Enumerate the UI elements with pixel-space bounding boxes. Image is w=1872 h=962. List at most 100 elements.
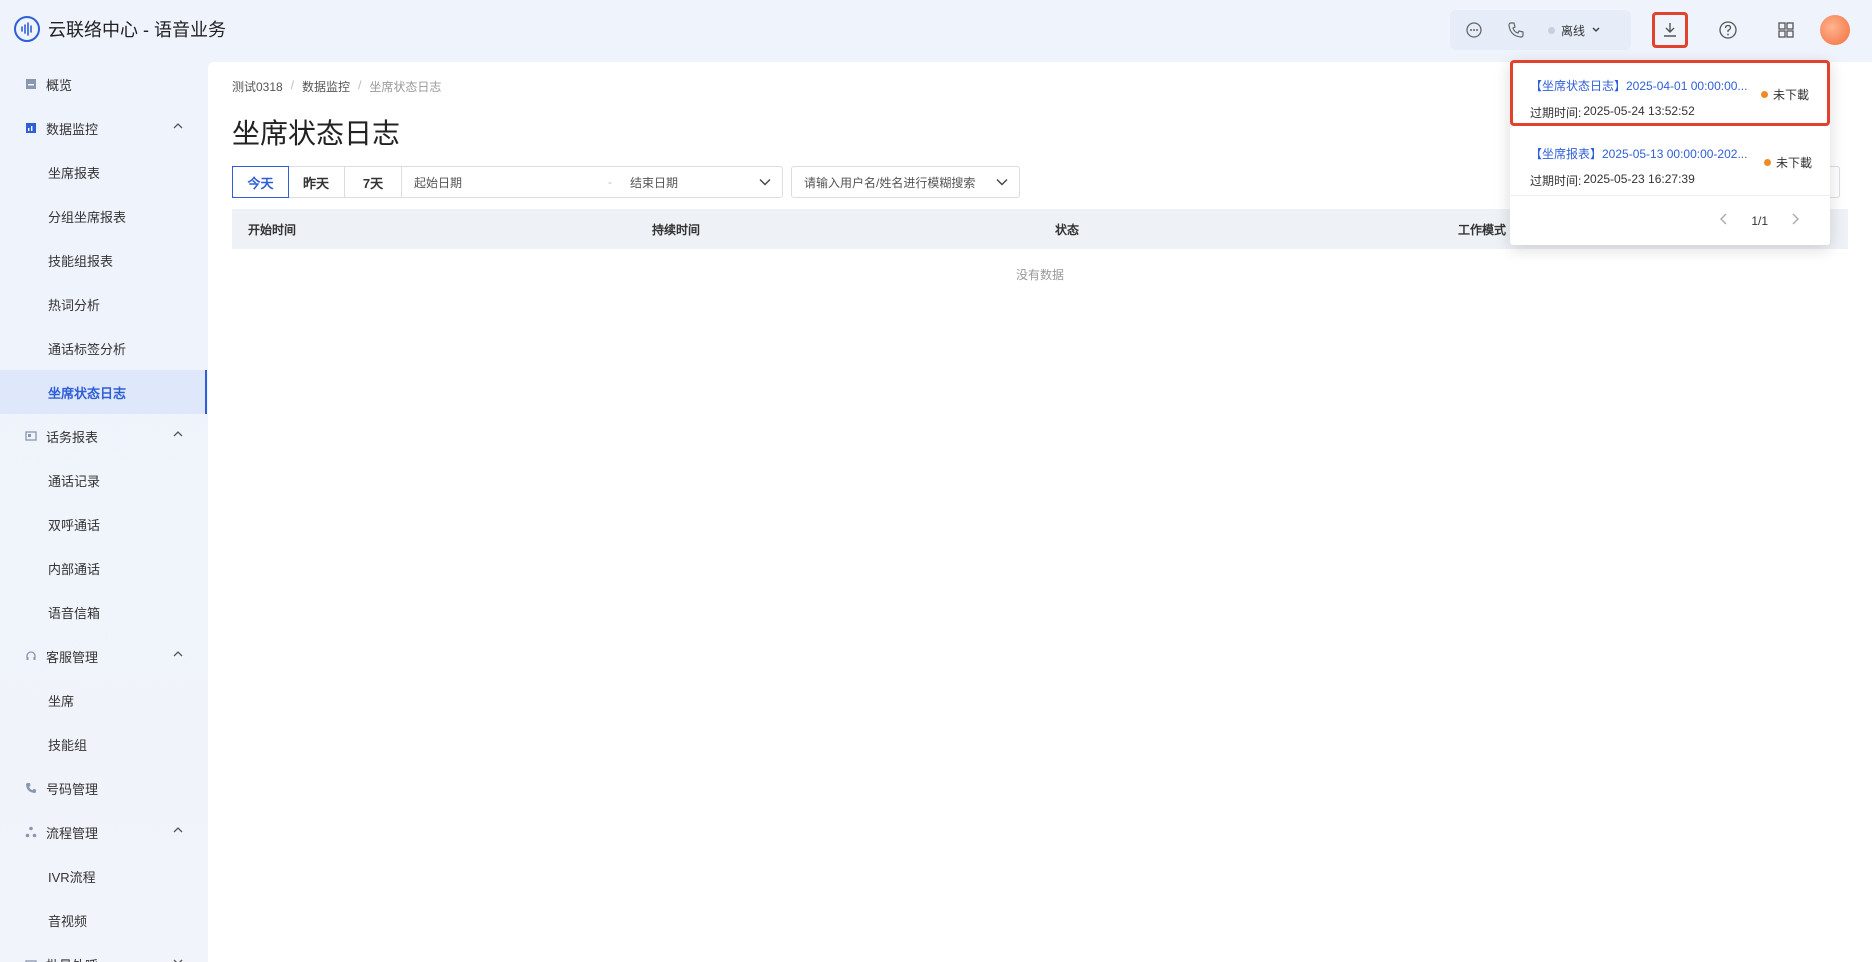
chevron-down-icon[interactable] — [172, 956, 184, 962]
sidebar-item[interactable]: 通话标签分析 — [0, 326, 207, 370]
quick-today-button[interactable]: 今天 — [232, 166, 289, 198]
breadcrumb: 测试0318 / 数据监控 / 坐席状态日志 — [232, 78, 441, 95]
prev-page-icon[interactable] — [1719, 213, 1729, 228]
sidebar-item[interactable]: 号码管理 — [0, 766, 207, 810]
date-range-picker[interactable]: 起始日期 - 结束日期 — [402, 167, 782, 197]
column-header: 持续时间 — [652, 223, 701, 237]
app-title: 云联络中心 - 语音业务 — [48, 20, 226, 40]
phone-icon — [24, 781, 38, 795]
sidebar-item-label: 流程管理 — [46, 825, 99, 841]
download-pagination: 1/1 — [1510, 195, 1830, 245]
quick-7days-button[interactable]: 7天 — [345, 167, 402, 197]
user-search-select[interactable]: 请输入用户名/姓名进行模糊搜索 — [791, 166, 1020, 198]
status-dot — [1760, 91, 1768, 98]
breadcrumb-current: 坐席状态日志 — [369, 80, 442, 94]
brand: 云联络中心 - 语音业务 — [14, 16, 226, 42]
agent-toolbar: 离线 — [1450, 10, 1631, 50]
sidebar-item[interactable]: 热词分析 — [0, 282, 207, 326]
next-page-icon[interactable] — [1790, 213, 1800, 228]
chevron-up-icon[interactable] — [172, 120, 184, 135]
app-logo-icon — [14, 16, 40, 42]
sidebar-item-label: 批量外呼 — [46, 955, 98, 962]
sidebar-item[interactable]: 数据监控 — [0, 106, 207, 150]
sidebar-item-label: 技能组 — [48, 737, 88, 753]
download-item[interactable]: 【坐席报表】2025-05-13 00:00:00-202... 过期时间: 2… — [1510, 128, 1830, 194]
sidebar-item-label: 坐席状态日志 — [48, 385, 127, 401]
flow-icon — [24, 825, 38, 839]
download-item[interactable]: 【坐席状态日志】2025-04-01 00:00:00... 过期时间: 202… — [1510, 60, 1830, 126]
sidebar-item[interactable]: 坐席 — [0, 678, 207, 722]
top-bar: 云联络中心 - 语音业务 离线 — [0, 0, 1872, 62]
help-button[interactable] — [1710, 12, 1746, 48]
monitor-icon — [24, 121, 38, 135]
chat-icon[interactable] — [1464, 20, 1484, 40]
chevron-up-icon[interactable] — [172, 824, 184, 839]
sidebar-item-label: IVR流程 — [48, 869, 96, 885]
chevron-up-icon[interactable] — [172, 428, 184, 443]
search-placeholder: 请输入用户名/姓名进行模糊搜索 — [804, 175, 976, 190]
date-range-control: 今天 昨天 7天 起始日期 - 结束日期 — [232, 166, 783, 198]
sidebar-item-label: 分组坐席报表 — [48, 209, 127, 225]
breadcrumb-separator: / — [290, 78, 295, 92]
sidebar-item[interactable]: IVR流程 — [0, 854, 207, 898]
download-file-name[interactable]: 【坐席状态日志】2025-04-01 00:00:00... — [1530, 77, 1750, 94]
sidebar-item[interactable]: 客服管理 — [0, 634, 207, 678]
page-title: 坐席状态日志 — [232, 118, 401, 149]
breadcrumb-item[interactable]: 数据监控 — [302, 78, 350, 95]
grid-icon — [1778, 22, 1794, 38]
status-dot — [1763, 159, 1771, 166]
status-label: 未下載 — [1775, 156, 1812, 170]
expire-time: 2025-05-23 16:27:39 — [1583, 172, 1695, 186]
sidebar-item[interactable]: 语音信箱 — [0, 590, 207, 634]
column-header: 状态 — [1055, 223, 1080, 237]
column-header: 开始时间 — [248, 223, 297, 237]
start-date-field[interactable]: 起始日期 — [414, 174, 462, 191]
chevron-down-icon — [996, 179, 1008, 186]
status-label: 未下載 — [1772, 88, 1809, 102]
download-expire: 过期时间: 2025-05-24 13:52:52 — [1530, 104, 1810, 121]
date-separator: - — [608, 175, 612, 189]
status-dot — [1548, 26, 1555, 34]
empty-state: 没有数据 — [1015, 268, 1064, 282]
sidebar-item[interactable]: 双呼通话 — [0, 502, 207, 546]
filter-bar: 今天 昨天 7天 起始日期 - 结束日期 请输入用户名/姓名进行模糊搜索 — [232, 166, 1020, 198]
chevron-up-icon[interactable] — [172, 648, 184, 663]
download-status: 未下載 — [1760, 86, 1809, 103]
download-file-name[interactable]: 【坐席报表】2025-05-13 00:00:00-202... — [1530, 145, 1750, 162]
sidebar-item-label: 话务报表 — [46, 429, 99, 445]
apps-button[interactable] — [1768, 12, 1804, 48]
download-center-button[interactable] — [1652, 12, 1688, 48]
overview-icon — [24, 77, 38, 91]
user-avatar[interactable] — [1820, 15, 1850, 45]
download-popover: 【坐席状态日志】2025-04-01 00:00:00... 过期时间: 202… — [1510, 60, 1830, 245]
quick-yesterday-button[interactable]: 昨天 — [288, 167, 345, 197]
report-icon — [24, 429, 38, 443]
sidebar-item[interactable]: 坐席报表 — [0, 150, 207, 194]
sidebar-item-label: 音视频 — [48, 913, 88, 929]
sidebar-item[interactable]: 音视频 — [0, 898, 207, 942]
download-icon — [1664, 23, 1676, 37]
sidebar-item[interactable]: 内部通话 — [0, 546, 207, 590]
help-icon — [1719, 21, 1737, 39]
column-header: 工作模式 — [1458, 223, 1507, 237]
expire-label: 过期时间: — [1530, 106, 1582, 120]
sidebar-item[interactable]: 批量外呼 — [0, 942, 207, 962]
sidebar-item-label: 坐席 — [48, 693, 75, 709]
breadcrumb-item[interactable]: 测试0318 — [232, 78, 283, 95]
sidebar-item-label: 内部通话 — [48, 561, 101, 577]
sidebar-item[interactable]: 技能组报表 — [0, 238, 207, 282]
sidebar-item[interactable]: 流程管理 — [0, 810, 207, 854]
end-date-field[interactable]: 结束日期 — [630, 174, 770, 191]
sidebar-item[interactable]: 通话记录 — [0, 458, 207, 502]
sidebar-item-label: 双呼通话 — [48, 517, 101, 533]
page-indicator: 1/1 — [1751, 213, 1768, 228]
chevron-down-icon — [759, 179, 771, 186]
sidebar-item[interactable]: 技能组 — [0, 722, 207, 766]
phone-call-icon[interactable] — [1506, 20, 1526, 40]
agent-status-dropdown[interactable]: 离线 — [1548, 22, 1601, 39]
expire-label: 过期时间: — [1530, 174, 1582, 188]
sidebar-item[interactable]: 概览 — [0, 62, 207, 106]
sidebar-item[interactable]: 分组坐席报表 — [0, 194, 207, 238]
sidebar-item[interactable]: 话务报表 — [0, 414, 207, 458]
sidebar-item[interactable]: 坐席状态日志 — [0, 370, 207, 414]
